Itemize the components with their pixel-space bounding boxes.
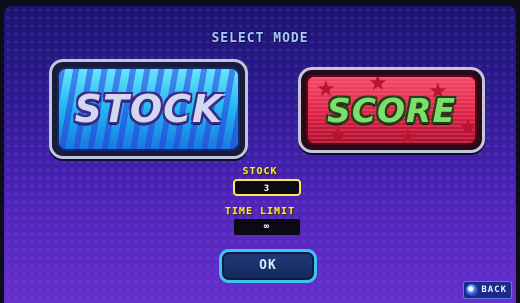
back-label: BACK: [481, 285, 507, 295]
stock-setting-label: STOCK: [242, 166, 278, 177]
star-icon: ★: [398, 125, 418, 145]
score-mode-button[interactable]: ★ ★ ★ ★ ★ ★ SCORE: [298, 67, 485, 153]
score-mode-label: SCORE: [327, 90, 456, 130]
time-limit-setting-label: TIME LIMIT: [224, 206, 296, 217]
page-title: SELECT MODE: [211, 31, 309, 46]
score-mode-panel: ★ ★ ★ ★ ★ ★ SCORE: [306, 75, 477, 145]
stock-mode-button[interactable]: STOCK: [49, 59, 248, 159]
game-screen: SELECT MODE STOCK ★ ★ ★ ★ ★ ★ SCORE STOC…: [4, 6, 516, 303]
stock-mode-panel: STOCK: [57, 67, 240, 151]
stock-count-selector[interactable]: 3: [233, 179, 301, 196]
back-button[interactable]: BACK: [463, 281, 512, 299]
stock-mode-label: STOCK: [74, 87, 223, 131]
ok-button[interactable]: OK: [219, 249, 317, 283]
time-limit-selector[interactable]: ∞: [234, 219, 300, 235]
star-icon: ★: [458, 115, 477, 140]
controller-button-icon: [466, 284, 479, 296]
